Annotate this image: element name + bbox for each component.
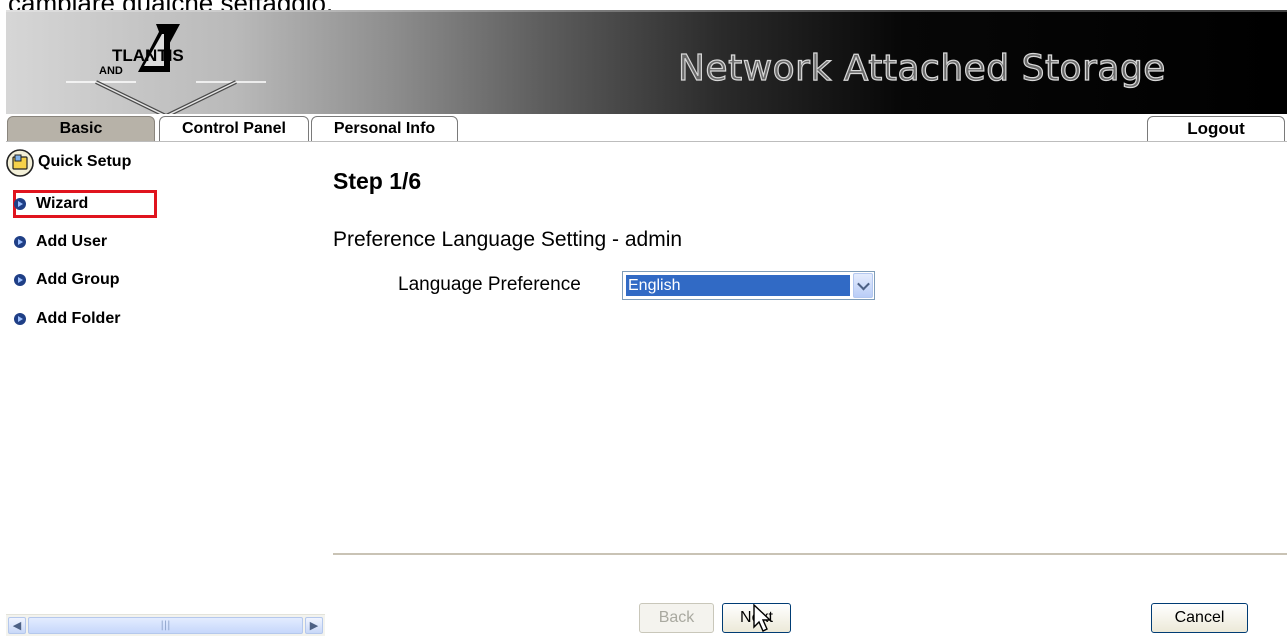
horizontal-scrollbar[interactable]: ◀ ||| ▶ bbox=[6, 614, 325, 636]
page-title: Step 1/6 bbox=[333, 168, 422, 194]
atlantis-logo-icon bbox=[66, 24, 266, 119]
arrow-bullet-icon bbox=[14, 236, 26, 248]
cancel-button[interactable]: Cancel bbox=[1151, 603, 1248, 633]
tab-underline bbox=[6, 141, 1287, 142]
back-button[interactable]: Back bbox=[639, 603, 714, 633]
chevron-down-icon bbox=[856, 277, 870, 291]
sidebar-section-title: Quick Setup bbox=[38, 153, 132, 170]
sidebar-item-add-user[interactable]: Add User bbox=[14, 231, 107, 253]
header-banner: TLANTIS AND Network Attached Storage bbox=[6, 10, 1287, 119]
tab-control-panel[interactable]: Control Panel bbox=[159, 116, 309, 142]
scroll-right-icon[interactable]: ▶ bbox=[305, 617, 323, 634]
section-heading: Preference Language Setting - admin bbox=[333, 228, 683, 251]
sidebar-item-label: Wizard bbox=[36, 195, 89, 212]
logout-button[interactable]: Logout bbox=[1147, 116, 1285, 142]
mouse-cursor-icon bbox=[753, 604, 772, 632]
scroll-thumb[interactable]: ||| bbox=[28, 617, 303, 634]
banner-highlight bbox=[6, 10, 1287, 12]
language-label: Language Preference bbox=[398, 274, 581, 295]
app-title: Network Attached Storage bbox=[677, 47, 1166, 89]
folder-setup-icon bbox=[6, 149, 34, 177]
scroll-left-icon[interactable]: ◀ bbox=[8, 617, 26, 634]
logo-text: TLANTIS bbox=[112, 46, 184, 65]
arrow-bullet-icon bbox=[14, 198, 26, 210]
language-select[interactable]: English bbox=[622, 271, 875, 300]
language-selected-value: English bbox=[626, 275, 850, 296]
dropdown-button[interactable] bbox=[853, 273, 873, 298]
sidebar-item-add-group[interactable]: Add Group bbox=[14, 269, 120, 291]
arrow-bullet-icon bbox=[14, 313, 26, 325]
logo-subtext: AND bbox=[99, 65, 123, 77]
tab-personal-info[interactable]: Personal Info bbox=[311, 116, 458, 142]
sidebar-item-label: Add User bbox=[36, 233, 108, 250]
tab-basic[interactable]: Basic bbox=[7, 116, 155, 142]
sidebar-item-label: Add Folder bbox=[36, 310, 121, 327]
footer-divider bbox=[333, 553, 1287, 555]
sidebar-item-add-folder[interactable]: Add Folder bbox=[14, 308, 120, 330]
arrow-bullet-icon bbox=[14, 274, 26, 286]
sidebar-item-wizard[interactable]: Wizard bbox=[14, 193, 88, 215]
sidebar-item-label: Add Group bbox=[36, 271, 120, 288]
